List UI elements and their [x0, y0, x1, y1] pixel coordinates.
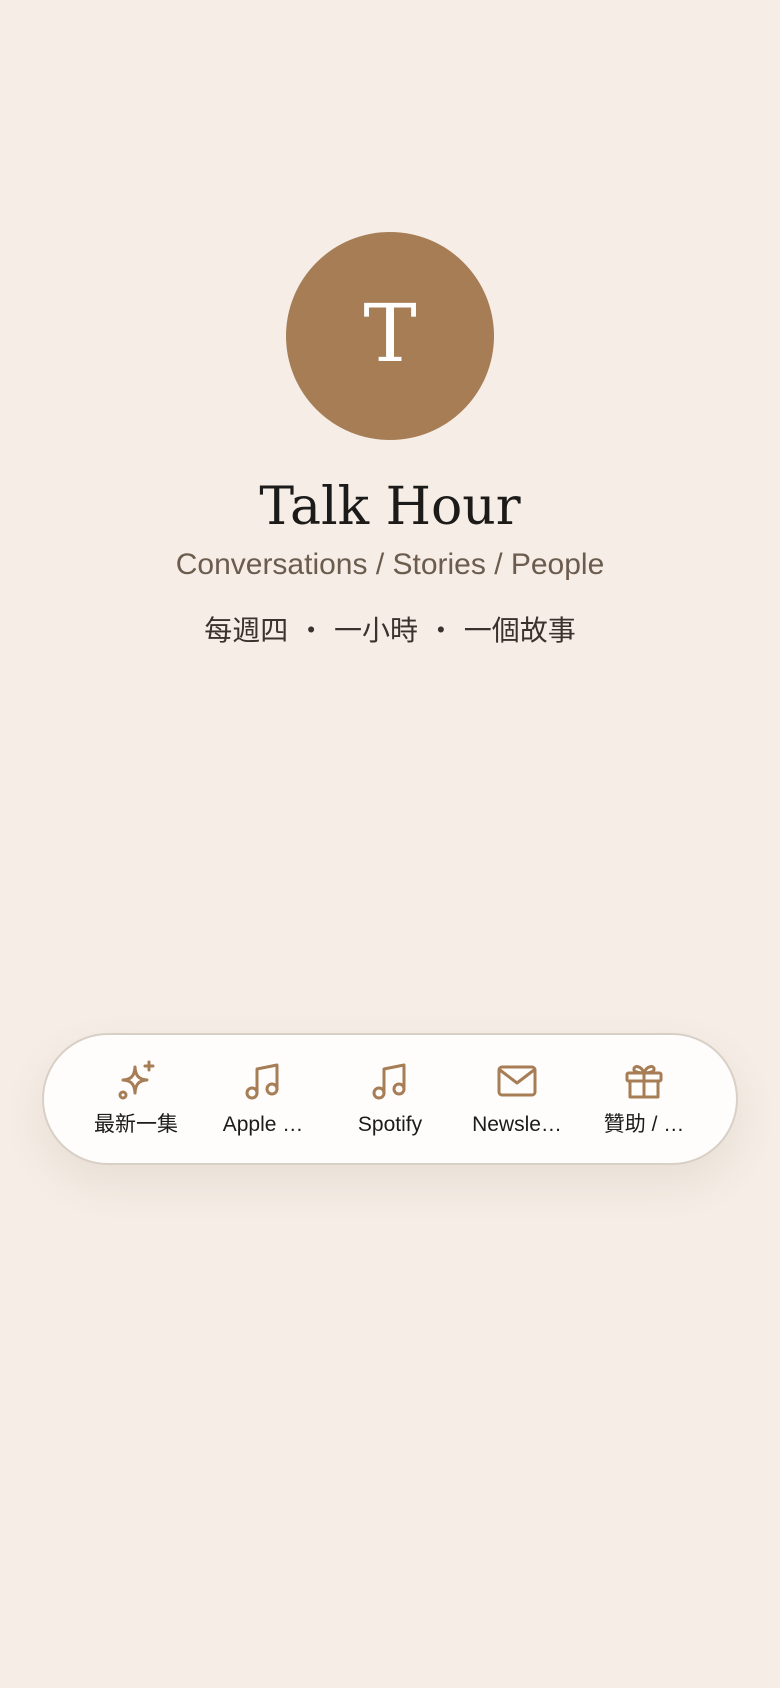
music-note-icon	[245, 1063, 279, 1100]
sparkles-icon	[118, 1060, 155, 1100]
sponsor-label: 贊助 / …	[603, 1113, 685, 1136]
spotify-label: Spotify	[357, 1113, 423, 1136]
latest-episode-label: 最新一集	[94, 1113, 178, 1136]
newsletter-label: Newsle…	[472, 1113, 562, 1136]
page-subtitle: Conversations / Stories / People	[175, 548, 605, 581]
newsletter-button[interactable]: Newsle…	[455, 1059, 579, 1139]
music-note-icon	[372, 1063, 406, 1100]
avatar-letter: T	[363, 287, 417, 380]
page-title: Talk Hour	[259, 477, 521, 537]
spotify-button[interactable]: Spotify	[328, 1059, 452, 1139]
avatar: T	[286, 232, 494, 440]
schedule-tagline: 每週四 ・ 一小時 ・ 一個故事	[204, 614, 576, 647]
apple-podcasts-button[interactable]: Apple …	[201, 1059, 325, 1139]
sponsor-button[interactable]: 贊助 / …	[582, 1059, 706, 1139]
gift-icon	[625, 1065, 663, 1099]
apple-podcasts-label: Apple …	[222, 1113, 304, 1136]
latest-episode-button[interactable]: 最新一集	[74, 1059, 198, 1139]
link-dock: 最新一集 Apple … Spotify Newsle… 贊助 / …	[42, 1033, 738, 1165]
mail-icon	[497, 1065, 537, 1097]
